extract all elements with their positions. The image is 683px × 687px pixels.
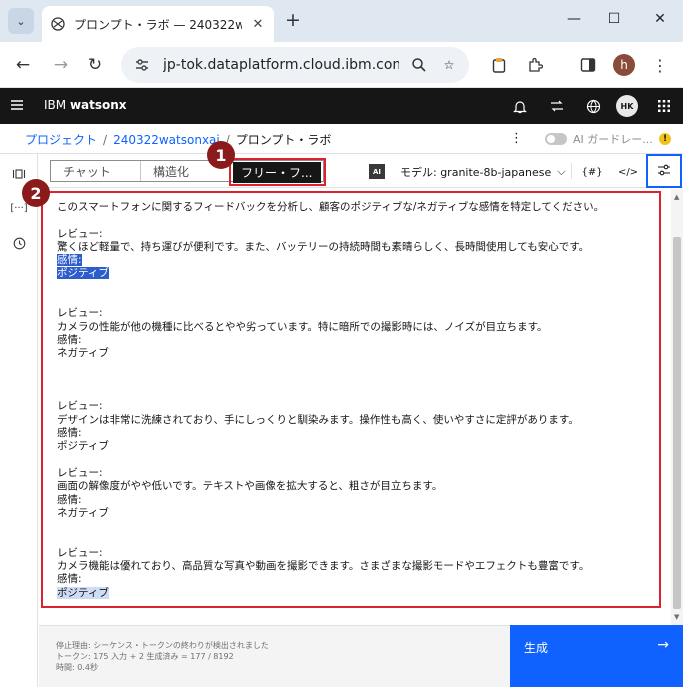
browser-tabstrip: ⌄ プロンプト・ラボ — 240322watsonxai ✕ + — ☐ ✕ (0, 0, 683, 42)
hamburger-menu-icon[interactable] (10, 98, 26, 114)
generate-button[interactable]: 生成 → (510, 625, 683, 687)
prompt-variables-button[interactable]: {#} (581, 163, 602, 181)
brand-name: watsonx (69, 98, 127, 112)
new-tab-button[interactable]: + (282, 9, 304, 31)
more-options-icon[interactable]: ⋮ (510, 131, 523, 146)
breadcrumb-separator: / (103, 132, 108, 147)
bookmark-star-icon[interactable]: ☆ (439, 55, 459, 75)
notification-bell-icon[interactable] (508, 94, 532, 118)
view-code-button[interactable]: </> (618, 163, 638, 181)
breadcrumb-bar: プロジェクト / 240322watsonxai / プロンプト・ラボ ⋮ AI… (0, 124, 683, 154)
ai-model-icon: AI (369, 164, 385, 179)
ai-guardrail-label: AI ガードレー... (573, 133, 653, 146)
chevron-down-icon: ⌄ (16, 14, 26, 28)
model-parameters-button[interactable] (646, 154, 682, 188)
sliders-icon (657, 164, 671, 179)
editor-scrollbar[interactable]: ▲ ▼ (671, 189, 683, 625)
site-info-icon[interactable] (131, 54, 153, 76)
brand-title[interactable]: IBM watsonx (44, 98, 127, 112)
zoom-icon[interactable] (409, 55, 429, 75)
side-panel-icon[interactable] (576, 53, 600, 77)
breadcrumb-workspace[interactable]: 240322watsonxai (113, 133, 220, 147)
extensions-puzzle-icon[interactable] (523, 53, 547, 77)
watsonx-favicon-icon (50, 16, 66, 32)
url-text[interactable]: jp-tok.dataplatform.cloud.ibm.com/w... (163, 57, 399, 73)
callout-badge-2: 2 (22, 179, 50, 207)
forward-arrow-icon[interactable]: → (48, 52, 74, 78)
reload-icon[interactable]: ↻ (82, 52, 108, 78)
ai-guardrail-toggle[interactable] (545, 133, 567, 145)
close-tab-icon[interactable]: ✕ (250, 16, 266, 32)
browser-toolbar: ← → ↻ jp-tok.dataplatform.cloud.ibm.com/… (0, 42, 683, 88)
tab-chat[interactable]: チャット (51, 161, 141, 181)
model-label: モデル: granite-8b-japanese (400, 166, 552, 179)
generation-status: 停止理由: シーケンス・トークンの終わりが検出されました トークン: 175 入… (39, 625, 510, 687)
scrollbar-thumb[interactable] (673, 237, 681, 609)
token-count: トークン: 175 入力 + 2 生成済み = 177 / 8192 (56, 652, 234, 661)
callout-highlight-1 (229, 158, 326, 186)
scroll-up-icon[interactable]: ▲ (674, 194, 680, 201)
stop-reason: 停止理由: シーケンス・トークンの終わりが検出されました (56, 641, 269, 650)
address-bar[interactable]: jp-tok.dataplatform.cloud.ibm.com/w... ☆ (121, 47, 469, 83)
minimize-icon[interactable]: — (558, 6, 590, 32)
tab-search-button[interactable]: ⌄ (8, 8, 34, 34)
clipboard-extension-icon[interactable] (487, 53, 511, 77)
maximize-icon[interactable]: ☐ (598, 6, 630, 32)
app-switcher-icon[interactable] (652, 94, 676, 118)
breadcrumb: プロジェクト / 240322watsonxai / プロンプト・ラボ (25, 131, 331, 148)
callout-highlight-2 (41, 191, 661, 608)
browser-menu-icon[interactable]: ⋮ (650, 54, 670, 76)
generate-label: 生成 (524, 641, 549, 655)
callout-badge-1: 1 (207, 141, 235, 169)
elapsed-time: 時間: 0.4秒 (56, 663, 98, 672)
globe-region-icon[interactable] (581, 94, 605, 118)
ai-guardrail-control[interactable]: AI ガードレー... (545, 131, 653, 147)
switch-account-icon[interactable] (545, 94, 569, 118)
sample-prompts-icon[interactable] (9, 164, 29, 184)
mode-bar: チャット 構造化 フリー・フ... AI モデル: granite-8b-jap… (39, 154, 683, 188)
model-selector[interactable]: モデル: granite-8b-japanese ⌵ (400, 164, 566, 180)
history-clock-icon[interactable] (9, 233, 29, 253)
chevron-down-icon: ⌵ (557, 165, 566, 178)
profile-avatar[interactable]: h (613, 54, 635, 76)
browser-tab[interactable]: プロンプト・ラボ — 240322watsonxai ✕ (42, 6, 274, 42)
app-header: IBM watsonx HK (0, 88, 683, 124)
scroll-down-icon[interactable]: ▼ (674, 614, 680, 621)
close-window-icon[interactable]: ✕ (644, 6, 676, 32)
toolbar-divider (571, 163, 572, 179)
breadcrumb-project[interactable]: プロジェクト (25, 131, 97, 148)
tab-title: プロンプト・ラボ — 240322watsonxai (74, 17, 242, 32)
user-avatar[interactable]: HK (616, 95, 638, 117)
warning-info-icon[interactable]: ! (659, 133, 671, 145)
brand-prefix: IBM (44, 98, 70, 112)
breadcrumb-current: プロンプト・ラボ (235, 133, 332, 147)
status-text: 停止理由: シーケンス・トークンの終わりが検出されました トークン: 175 入… (56, 640, 269, 673)
arrow-right-icon: → (657, 637, 669, 653)
left-rail: [···] (0, 154, 38, 687)
back-arrow-icon[interactable]: ← (10, 52, 36, 78)
